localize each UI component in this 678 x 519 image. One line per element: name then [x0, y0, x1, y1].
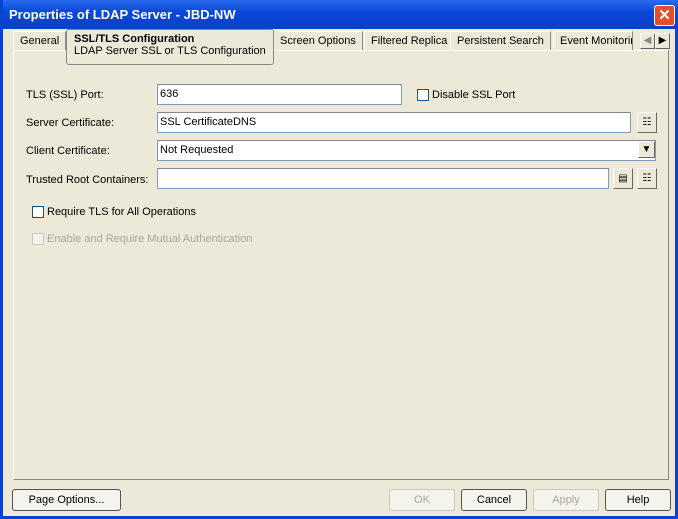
disable-ssl-label: Disable SSL Port — [432, 89, 515, 101]
title-bar: Properties of LDAP Server - JBD-NW ✕ — [3, 0, 678, 29]
tab-scroll-left[interactable]: ◀ — [640, 33, 655, 49]
tls-port-input[interactable]: 636 — [157, 84, 402, 105]
tab-screen-options[interactable]: Screen Options — [273, 31, 363, 51]
require-tls-label: Require TLS for All Operations — [47, 206, 196, 218]
window-title: Properties of LDAP Server - JBD-NW — [9, 7, 236, 22]
tab-filtered-replica[interactable]: Filtered Replica — [364, 31, 454, 51]
browse-tree-icon[interactable]: ☷ — [637, 168, 657, 189]
list-dropdown-icon[interactable]: ▤ — [613, 168, 633, 189]
chevron-down-icon[interactable]: ▼ — [638, 141, 655, 158]
tab-event-monitoring[interactable]: Event Monitorin — [553, 31, 633, 51]
mutual-auth-label: Enable and Require Mutual Authentication — [47, 233, 252, 245]
cancel-button[interactable]: Cancel — [461, 489, 527, 511]
page-options-button[interactable]: Page Options... — [12, 489, 121, 511]
apply-button[interactable]: Apply — [533, 489, 599, 511]
client-cert-value: Not Requested — [160, 144, 233, 156]
client-cert-select[interactable]: Not Requested ▼ — [157, 140, 656, 161]
tab-persistent-search[interactable]: Persistent Search — [450, 31, 551, 51]
trusted-root-input[interactable] — [157, 168, 609, 189]
tab-scroll-right[interactable]: ▶ — [655, 33, 670, 49]
server-cert-label: Server Certificate: — [26, 117, 114, 129]
trusted-root-label: Trusted Root Containers: — [26, 174, 148, 186]
server-cert-input[interactable]: SSL CertificateDNS — [157, 112, 631, 133]
tab-subtitle: LDAP Server SSL or TLS Configuration — [74, 45, 266, 57]
browse-tree-icon[interactable]: ☷ — [637, 112, 657, 133]
tab-ssl-tls[interactable]: SSL/TLS ConfigurationLDAP Server SSL or … — [66, 29, 274, 65]
tls-port-label: TLS (SSL) Port: — [26, 89, 104, 101]
tab-title: SSL/TLS Configuration — [74, 33, 266, 45]
help-button[interactable]: Help — [605, 489, 671, 511]
close-button[interactable]: ✕ — [654, 5, 675, 26]
require-tls-checkbox[interactable] — [32, 206, 44, 218]
disable-ssl-checkbox[interactable] — [417, 89, 429, 101]
tab-general[interactable]: General — [13, 31, 66, 51]
properties-dialog: Properties of LDAP Server - JBD-NW ✕ Gen… — [0, 0, 678, 519]
mutual-auth-checkbox[interactable] — [32, 233, 44, 245]
ok-button[interactable]: OK — [389, 489, 455, 511]
client-cert-label: Client Certificate: — [26, 145, 110, 157]
